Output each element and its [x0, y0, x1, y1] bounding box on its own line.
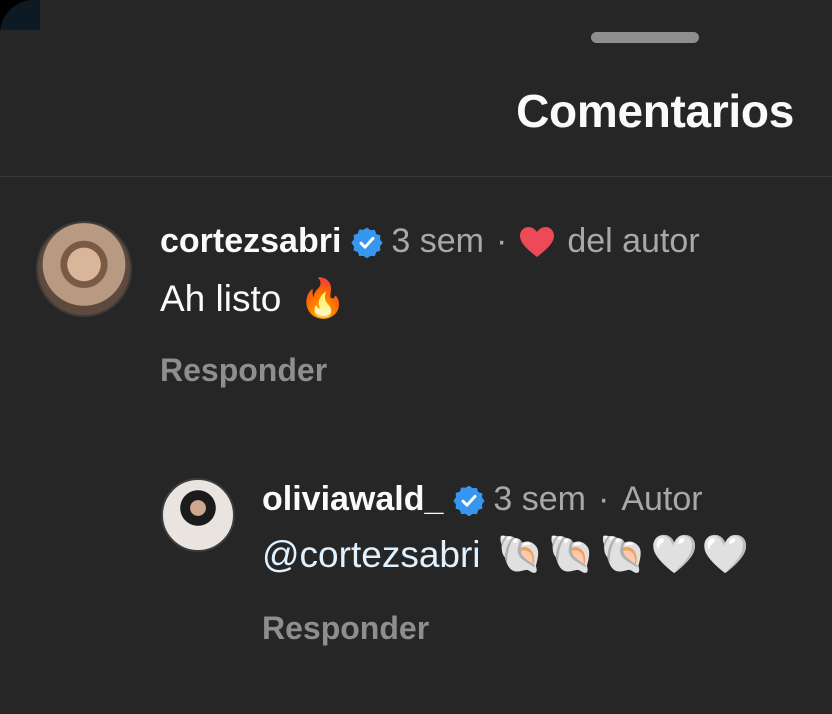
- white-heart-emoji: 🤍: [701, 534, 750, 576]
- white-heart-emoji: 🤍: [650, 534, 698, 576]
- comment-meta: cortezsabri 3 sem · del autor: [160, 222, 700, 261]
- username[interactable]: oliviawald_: [262, 480, 443, 519]
- background-edge: [0, 0, 40, 30]
- fire-emoji: 🔥: [299, 278, 347, 320]
- comment-time: 3 sem: [391, 222, 484, 260]
- reply-button[interactable]: Responder: [262, 610, 429, 647]
- username[interactable]: cortezsabri: [160, 222, 341, 261]
- liked-by-author-label: del autor: [567, 222, 700, 260]
- page-title: Comentarios: [516, 85, 794, 137]
- comments-sheet: Comentarios cortezsabri 3 sem · del auto…: [0, 0, 832, 714]
- avatar-cortezsabri[interactable]: [36, 221, 132, 317]
- shell-emoji: 🐚: [599, 534, 647, 576]
- verified-badge-icon: [453, 484, 486, 516]
- meta-separator: ·: [598, 480, 610, 518]
- author-label: Autor: [621, 480, 703, 518]
- shell-emoji: 🐚: [496, 534, 544, 576]
- reply-button[interactable]: Responder: [160, 352, 327, 389]
- verified-badge-icon: [351, 226, 384, 258]
- mention-link[interactable]: @cortezsabri: [262, 534, 481, 576]
- comment-body: Ah listo: [160, 278, 282, 319]
- header-divider: [0, 176, 832, 177]
- comment-meta: oliviawald_ 3 sem · Autor: [262, 480, 703, 519]
- drag-handle[interactable]: [591, 32, 699, 43]
- shell-emoji: 🐚: [547, 534, 596, 576]
- comment-text: @cortezsabri 🐚 🐚 🐚 🤍 🤍: [262, 534, 749, 576]
- heart-icon: [519, 226, 555, 258]
- comment-text: Ah listo 🔥: [160, 278, 347, 320]
- avatar-oliviawald[interactable]: [161, 478, 235, 552]
- meta-separator: ·: [496, 222, 508, 260]
- comment-time: 3 sem: [493, 480, 586, 518]
